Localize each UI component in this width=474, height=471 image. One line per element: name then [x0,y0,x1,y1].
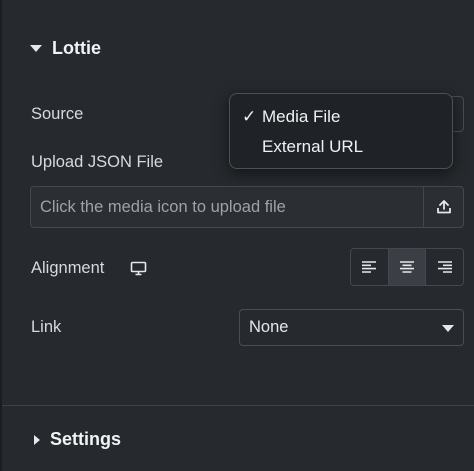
align-right-button[interactable] [426,249,463,285]
source-label: Source [31,105,84,123]
upload-placeholder: Click the media icon to upload file [40,197,286,216]
align-center-icon [400,261,414,273]
upload-button[interactable] [423,187,463,227]
caret-right-icon [34,434,40,445]
align-center-button[interactable] [388,249,427,285]
source-dropdown-menu: ✓ Media File External URL [229,93,453,169]
upload-label: Upload JSON File [31,153,164,171]
section-title-settings: Settings [50,429,122,449]
align-left-button[interactable] [351,249,389,285]
alignment-button-group [350,248,464,286]
link-label: Link [31,318,62,336]
check-icon: ✓ [242,107,257,126]
dropdown-option-external-url[interactable]: External URL [230,132,452,162]
section-title-lottie: Lottie [52,38,101,58]
section-header-settings[interactable]: Settings [34,429,121,450]
upload-field[interactable]: Click the media icon to upload file [30,186,464,228]
section-header-lottie[interactable]: Lottie [30,38,101,59]
link-select[interactable]: None [239,309,464,346]
chevron-down-icon [442,325,454,332]
dropdown-option-media-file[interactable]: ✓ Media File [230,102,452,132]
dropdown-option-label: External URL [262,137,364,156]
desktop-icon[interactable] [130,261,147,276]
align-right-icon [437,261,452,273]
link-select-value: None [249,318,289,336]
caret-down-icon [30,45,42,52]
dropdown-option-label: Media File [262,107,341,126]
align-left-icon [362,261,377,273]
upload-icon [436,200,451,214]
section-divider [2,405,474,406]
alignment-label: Alignment [31,259,105,277]
editor-panel: Lottie Source ✓ Media File External URL … [0,0,474,471]
